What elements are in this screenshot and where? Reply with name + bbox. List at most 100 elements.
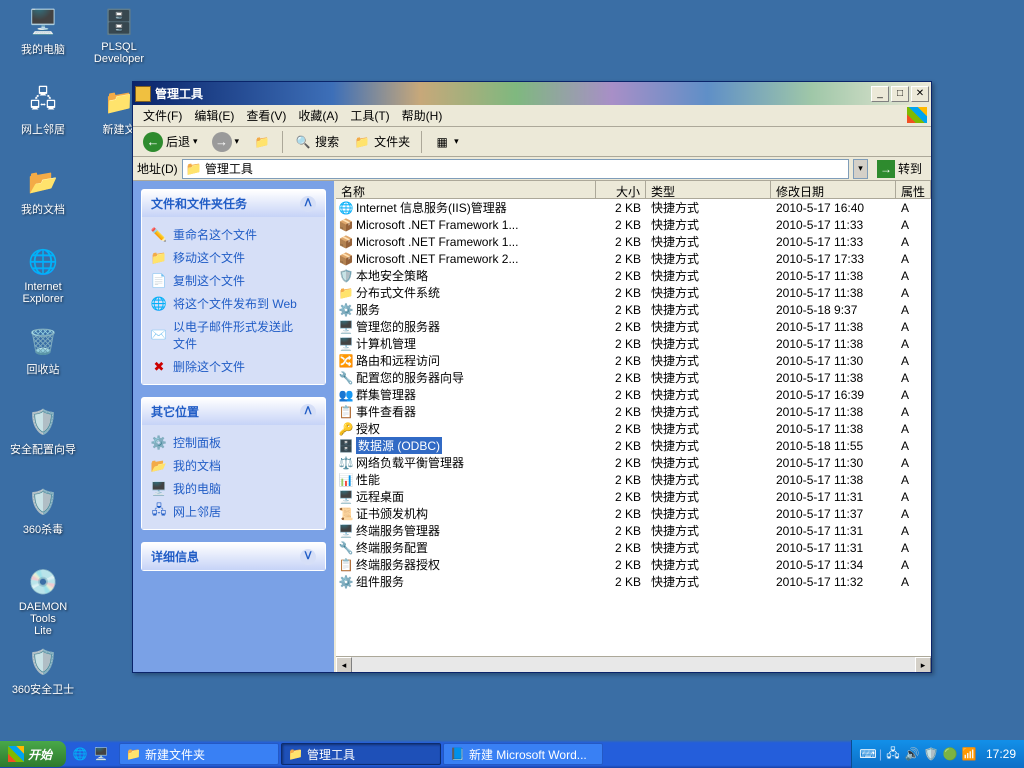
task-link[interactable]: ⚙️控制面板	[146, 431, 321, 454]
desktop-icon[interactable]: 🛡️360杀毒	[8, 486, 78, 537]
minimize-button[interactable]: _	[871, 86, 889, 102]
scroll-left-button[interactable]: ◂	[336, 657, 352, 672]
list-item[interactable]: 🖥️远程桌面2 KB快捷方式2010-5-17 11:31A	[336, 488, 931, 505]
column-name[interactable]: 名称	[336, 181, 596, 198]
menu-item[interactable]: 文件(F)	[137, 105, 188, 126]
column-date[interactable]: 修改日期	[771, 181, 896, 198]
list-item[interactable]: 👥群集管理器2 KB快捷方式2010-5-17 16:39A	[336, 386, 931, 403]
list-item[interactable]: 🌐Internet 信息服务(IIS)管理器2 KB快捷方式2010-5-17 …	[336, 199, 931, 216]
list-item[interactable]: 🔑授权2 KB快捷方式2010-5-17 11:38A	[336, 420, 931, 437]
list-item[interactable]: ⚖️网络负载平衡管理器2 KB快捷方式2010-5-17 11:30A	[336, 454, 931, 471]
tray-sound-icon[interactable]: 🔊	[904, 746, 920, 762]
list-item[interactable]: ⚙️服务2 KB快捷方式2010-5-18 9:37A	[336, 301, 931, 318]
tray-network-icon[interactable]: 🖧	[885, 746, 901, 762]
back-button[interactable]: ← 后退 ▾	[137, 129, 204, 155]
menu-item[interactable]: 工具(T)	[344, 105, 395, 126]
clock[interactable]: 17:29	[986, 747, 1016, 761]
task-icon: 📘	[450, 747, 465, 761]
desktop-icon[interactable]: 🛡️360安全卫士	[8, 646, 78, 697]
list-item[interactable]: 📦Microsoft .NET Framework 1...2 KB快捷方式20…	[336, 233, 931, 250]
menu-item[interactable]: 收藏(A)	[292, 105, 344, 126]
close-button[interactable]: ✕	[911, 86, 929, 102]
task-group-header[interactable]: 文件和文件夹任务 ᐱ	[142, 190, 325, 217]
scroll-right-button[interactable]: ▸	[915, 657, 931, 672]
folders-button[interactable]: 📁文件夹	[347, 130, 416, 154]
menu-item[interactable]: 查看(V)	[240, 105, 292, 126]
quick-launch-ie[interactable]: 🌐	[70, 744, 90, 764]
file-date: 2010-5-17 11:31	[771, 541, 896, 555]
file-date: 2010-5-17 11:38	[771, 473, 896, 487]
task-link[interactable]: 🖧网上邻居	[146, 500, 321, 523]
list-item[interactable]: 📦Microsoft .NET Framework 2...2 KB快捷方式20…	[336, 250, 931, 267]
list-item[interactable]: 📁分布式文件系统2 KB快捷方式2010-5-17 11:38A	[336, 284, 931, 301]
menu-item[interactable]: 帮助(H)	[396, 105, 449, 126]
task-link[interactable]: 📂我的文档	[146, 454, 321, 477]
column-size[interactable]: 大小	[596, 181, 646, 198]
file-date: 2010-5-17 11:33	[771, 235, 896, 249]
views-button[interactable]: ▦▾	[427, 130, 465, 154]
horizontal-scrollbar[interactable]: ◂ ▸	[336, 656, 931, 672]
desktop-icon[interactable]: 🖥️我的电脑	[8, 6, 78, 57]
file-icon: 📊	[339, 473, 353, 487]
task-group-header[interactable]: 其它位置 ᐱ	[142, 398, 325, 425]
list-item[interactable]: 🔧配置您的服务器向导2 KB快捷方式2010-5-17 11:38A	[336, 369, 931, 386]
list-item[interactable]: 📊性能2 KB快捷方式2010-5-17 11:38A	[336, 471, 931, 488]
column-attr[interactable]: 属性	[896, 181, 931, 198]
tray-shield-icon[interactable]: 🛡️	[923, 746, 939, 762]
task-link[interactable]: 📄复制这个文件	[146, 269, 321, 292]
task-group-header[interactable]: 详细信息 ᐯ	[142, 543, 325, 570]
file-type: 快捷方式	[646, 233, 771, 250]
taskbar-task[interactable]: 📁新建文件夹	[119, 743, 279, 765]
quick-launch-desktop[interactable]: 🖥️	[91, 744, 111, 764]
scroll-track[interactable]	[352, 657, 915, 672]
list-item[interactable]: 🖥️终端服务管理器2 KB快捷方式2010-5-17 11:31A	[336, 522, 931, 539]
list-item[interactable]: 🔀路由和远程访问2 KB快捷方式2010-5-17 11:30A	[336, 352, 931, 369]
desktop-icon[interactable]: 💿DAEMON ToolsLite	[8, 566, 78, 637]
tray-monitor-icon[interactable]: 📶	[961, 746, 977, 762]
up-button[interactable]: 📁	[247, 130, 277, 154]
list-item[interactable]: ⚙️组件服务2 KB快捷方式2010-5-17 11:32A	[336, 573, 931, 590]
list-item[interactable]: 🔧终端服务配置2 KB快捷方式2010-5-17 11:31A	[336, 539, 931, 556]
desktop-icon[interactable]: 📂我的文档	[8, 166, 78, 217]
file-type: 快捷方式	[646, 352, 771, 369]
maximize-button[interactable]: □	[891, 86, 909, 102]
sidebar: 文件和文件夹任务 ᐱ ✏️重命名这个文件📁移动这个文件📄复制这个文件🌐将这个文件…	[133, 181, 334, 672]
search-button[interactable]: 🔍搜索	[288, 130, 345, 154]
list-body[interactable]: 🌐Internet 信息服务(IIS)管理器2 KB快捷方式2010-5-17 …	[336, 199, 931, 656]
go-button[interactable]: → 转到	[872, 158, 927, 180]
desktop-icon[interactable]: 🖧网上邻居	[8, 86, 78, 137]
list-item[interactable]: 🛡️本地安全策略2 KB快捷方式2010-5-17 11:38A	[336, 267, 931, 284]
list-item[interactable]: 🖥️计算机管理2 KB快捷方式2010-5-17 11:38A	[336, 335, 931, 352]
address-value: 管理工具	[205, 160, 253, 177]
desktop-icon[interactable]: 🗄️PLSQLDeveloper	[84, 6, 154, 65]
list-item[interactable]: 📦Microsoft .NET Framework 1...2 KB快捷方式20…	[336, 216, 931, 233]
taskbar-task[interactable]: 📘新建 Microsoft Word...	[443, 743, 603, 765]
task-link[interactable]: 🌐将这个文件发布到 Web	[146, 292, 321, 315]
task-link[interactable]: ✉️以电子邮件形式发送此文件	[146, 315, 321, 355]
address-input[interactable]: 📁 管理工具	[182, 159, 849, 179]
menu-item[interactable]: 编辑(E)	[188, 105, 240, 126]
list-item[interactable]: 📜证书颁发机构2 KB快捷方式2010-5-17 11:37A	[336, 505, 931, 522]
list-item[interactable]: 📋终端服务器授权2 KB快捷方式2010-5-17 11:34A	[336, 556, 931, 573]
file-icon: 🖥️	[339, 490, 353, 504]
desktop-icon[interactable]: 🛡️安全配置向导	[8, 406, 78, 457]
task-link[interactable]: ✏️重命名这个文件	[146, 223, 321, 246]
desktop-icon[interactable]: 🌐InternetExplorer	[8, 246, 78, 305]
column-type[interactable]: 类型	[646, 181, 771, 198]
file-name: 分布式文件系统	[356, 284, 440, 301]
list-item[interactable]: 🖥️管理您的服务器2 KB快捷方式2010-5-17 11:38A	[336, 318, 931, 335]
desktop-icon[interactable]: 🗑️回收站	[8, 326, 78, 377]
tray-lang-icon[interactable]: ⌨	[860, 746, 876, 762]
task-link[interactable]: 🖥️我的电脑	[146, 477, 321, 500]
titlebar[interactable]: 管理工具 _ □ ✕	[133, 82, 931, 105]
file-date: 2010-5-17 11:32	[771, 575, 896, 589]
taskbar-task[interactable]: 📁管理工具	[281, 743, 441, 765]
address-dropdown[interactable]: ▾	[853, 159, 868, 179]
task-link[interactable]: 📁移动这个文件	[146, 246, 321, 269]
forward-button[interactable]: → ▾	[206, 129, 246, 155]
list-item[interactable]: 📋事件查看器2 KB快捷方式2010-5-17 11:38A	[336, 403, 931, 420]
list-item[interactable]: 🗄️数据源 (ODBC)2 KB快捷方式2010-5-18 11:55A	[336, 437, 931, 454]
task-link[interactable]: ✖删除这个文件	[146, 355, 321, 378]
start-button[interactable]: 开始	[0, 741, 66, 767]
tray-360-icon[interactable]: 🟢	[942, 746, 958, 762]
